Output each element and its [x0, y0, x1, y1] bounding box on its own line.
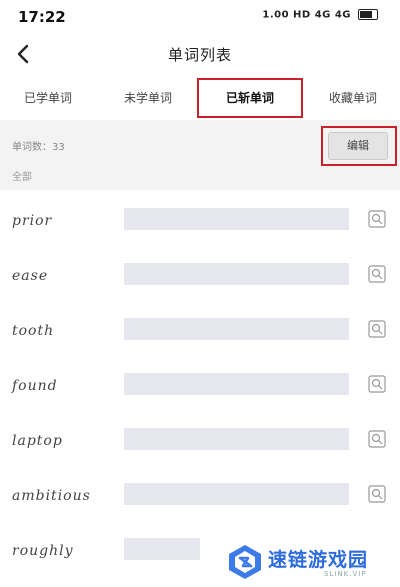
word-row[interactable]: prior [0, 198, 400, 253]
tab-unlearned[interactable]: 未学单词 [100, 76, 196, 120]
tab-slashed[interactable]: 已斩单词 [197, 78, 303, 118]
detail-icon[interactable] [368, 485, 386, 503]
page-title: 单词列表 [167, 46, 232, 64]
meaning-placeholder[interactable] [124, 318, 349, 340]
meaning-placeholder[interactable] [124, 428, 349, 450]
battery-icon [358, 9, 378, 20]
word-row[interactable]: tooth [0, 308, 400, 363]
meaning-placeholder[interactable] [124, 373, 349, 395]
watermark: 速链游戏园 SLINK.VIP [222, 537, 400, 587]
network-indicators: 1.00 HD 4G 4G [262, 9, 352, 21]
word-count: 单词数：33 [12, 142, 65, 153]
edit-button[interactable]: 编辑 [328, 132, 388, 160]
meaning-placeholder[interactable] [124, 263, 349, 285]
meaning-placeholder[interactable] [124, 538, 200, 560]
watermark-text: 速链游戏园 [268, 549, 369, 571]
status-time: 17:22 [18, 8, 66, 26]
tab-learned[interactable]: 已学单词 [0, 76, 96, 120]
detail-icon[interactable] [368, 320, 386, 338]
detail-icon[interactable] [368, 265, 386, 283]
meaning-placeholder[interactable] [124, 208, 349, 230]
meaning-placeholder[interactable] [124, 483, 349, 505]
filter-label: 全部 [12, 172, 32, 183]
detail-icon[interactable] [368, 210, 386, 228]
word-row[interactable]: laptop [0, 418, 400, 473]
watermark-subtext: SLINK.VIP [324, 570, 367, 578]
word-text: roughly [12, 543, 74, 559]
word-row[interactable]: ease [0, 253, 400, 308]
watermark-logo-icon [226, 543, 264, 581]
header: 单词列表 [0, 34, 400, 76]
word-text: laptop [12, 433, 63, 449]
word-text: ease [12, 268, 49, 284]
detail-icon[interactable] [368, 375, 386, 393]
status-indicators: 1.00 HD 4G 4G [262, 9, 378, 21]
word-row[interactable]: found [0, 363, 400, 418]
info-bar: 单词数：33 全部 编辑 [0, 120, 400, 190]
word-text: ambitious [12, 488, 91, 504]
word-row[interactable]: ambitious [0, 473, 400, 528]
word-text: prior [12, 213, 53, 229]
word-text: tooth [12, 323, 55, 339]
detail-icon[interactable] [368, 430, 386, 448]
status-bar: 17:22 1.00 HD 4G 4G [0, 0, 400, 34]
word-text: found [12, 378, 58, 394]
tab-favorites[interactable]: 收藏单词 [306, 76, 400, 120]
tab-bar: 已学单词 未学单词 已斩单词 收藏单词 [0, 76, 400, 120]
